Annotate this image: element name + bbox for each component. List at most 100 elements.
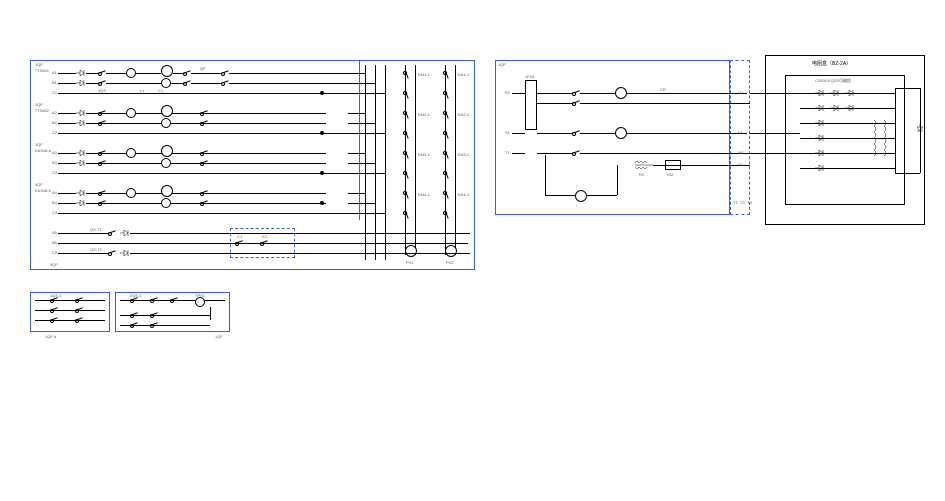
n1-label: N1	[738, 162, 743, 167]
wire	[58, 243, 338, 244]
kc-label: KC	[262, 234, 268, 239]
wire	[106, 83, 161, 84]
wire	[106, 73, 126, 74]
switch-icon	[403, 151, 409, 159]
ct-icon	[126, 68, 136, 78]
km2-1: KM2-1	[418, 112, 430, 117]
pv1-label: PV1	[406, 260, 414, 265]
term-b1: B1	[52, 80, 57, 85]
switch-icon	[75, 317, 83, 323]
km-label: KM	[667, 172, 673, 177]
wire	[537, 153, 572, 154]
diode-icon	[815, 135, 825, 141]
switch-icon	[403, 211, 409, 219]
lamp-icon	[161, 145, 173, 157]
wire	[580, 133, 615, 134]
pv2-label: PV2	[446, 260, 454, 265]
switch-icon	[130, 312, 138, 318]
ct-icon	[126, 108, 136, 118]
qs-t2: QS-T2	[90, 247, 102, 252]
diode-icon	[120, 250, 130, 256]
switch-icon	[50, 307, 58, 313]
switch-icon	[221, 80, 229, 86]
diode-icon	[815, 165, 825, 171]
lamp-icon	[161, 158, 171, 168]
term-b2: B2	[52, 120, 57, 125]
panel2-label: 2QF	[35, 102, 43, 107]
lamp-icon	[161, 118, 171, 128]
term-t1: T1	[505, 150, 510, 155]
switch-icon	[98, 80, 106, 86]
switch-icon	[572, 150, 580, 156]
switch-icon	[403, 131, 409, 139]
switch-icon	[98, 70, 106, 76]
switch-icon	[443, 71, 449, 79]
wire	[58, 73, 76, 74]
lbl-c1: C1	[158, 88, 163, 93]
switch-icon	[443, 131, 449, 139]
transformer-icon	[635, 160, 653, 170]
wire	[35, 310, 105, 311]
wire	[58, 173, 348, 174]
wire	[210, 307, 211, 320]
wire	[348, 73, 365, 74]
ka4-1: KA4-1	[458, 192, 469, 197]
switch-icon	[75, 307, 83, 313]
cj-label: CJ	[237, 234, 242, 239]
wire	[191, 83, 221, 84]
coil-icon	[870, 120, 878, 138]
wire	[130, 233, 340, 234]
panel1-sub: 773VA1	[35, 68, 49, 73]
switch-icon	[443, 171, 449, 179]
tm-label: TM	[638, 172, 644, 177]
switch-icon	[150, 312, 158, 318]
wire	[86, 83, 98, 84]
switch-icon	[108, 250, 116, 256]
panel4-label: 4QF	[35, 182, 43, 187]
v1-label: V1	[738, 130, 743, 135]
km-col2	[415, 65, 416, 255]
term-a5: A5	[52, 230, 57, 235]
node-dot	[320, 91, 324, 95]
ka1-1: KA1-1	[458, 72, 469, 77]
resistor-box-subtitle: C2000-KQZS可编程	[815, 78, 851, 84]
switch-icon	[130, 322, 138, 328]
switch-icon	[200, 120, 208, 126]
wire	[136, 73, 161, 74]
panel3-sub: KA3VA.a	[35, 148, 51, 153]
switch-icon	[572, 130, 580, 136]
term-b3: B3	[52, 160, 57, 165]
wire	[545, 195, 575, 196]
wire	[35, 320, 105, 321]
wire	[340, 253, 470, 254]
wire	[617, 165, 618, 195]
panel1-label: 1QF	[35, 62, 43, 67]
right-panel-label: 1QF	[498, 62, 506, 67]
bus-3	[385, 65, 386, 260]
switch-icon	[150, 322, 158, 328]
wire	[340, 233, 470, 234]
switch-icon	[443, 111, 449, 119]
km3-1: KM3-1	[418, 152, 430, 157]
cr-label: CR	[660, 87, 666, 92]
switch-icon	[572, 100, 580, 106]
wire	[58, 123, 76, 124]
right-dashed-zone	[730, 60, 750, 215]
switch-icon	[200, 190, 208, 196]
meter-icon	[445, 245, 457, 257]
lamp-icon	[161, 198, 171, 208]
switch-icon	[75, 297, 83, 303]
term-r1: R1	[505, 90, 510, 95]
diode-icon	[76, 160, 86, 166]
qs-t1: QS-T1	[90, 227, 102, 232]
lbl-1qs: 1QS	[98, 88, 106, 93]
wire	[627, 133, 747, 134]
wire	[537, 133, 572, 134]
wire	[537, 93, 572, 94]
lamp-icon	[615, 87, 627, 99]
diode-icon	[76, 200, 86, 206]
switch-icon	[443, 151, 449, 159]
ka-col2	[455, 65, 456, 255]
wire	[653, 165, 750, 166]
wire	[58, 213, 348, 214]
